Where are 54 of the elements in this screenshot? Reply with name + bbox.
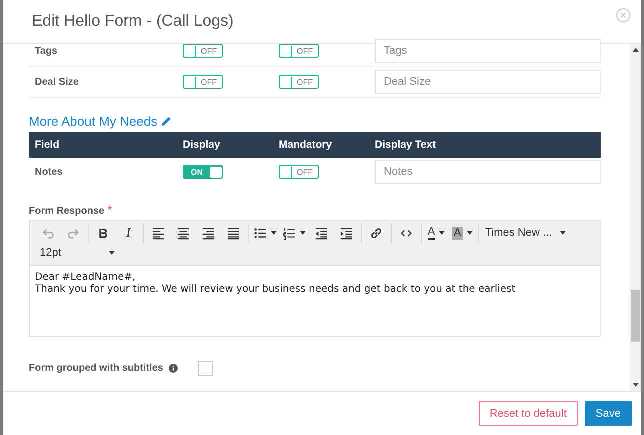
display-toggle[interactable]: ON: [183, 165, 223, 179]
mandatory-toggle[interactable]: OFF: [279, 44, 319, 58]
align-left-icon: [152, 226, 165, 240]
redo-icon: [67, 226, 80, 240]
caret-icon: [439, 231, 446, 235]
column-header: Display Text: [375, 139, 438, 151]
column-header: Display: [183, 139, 222, 151]
text-color-button[interactable]: A: [424, 223, 449, 243]
column-header: Field: [34, 139, 61, 151]
align-right-icon: [202, 226, 215, 240]
display-toggle[interactable]: OFF: [183, 44, 223, 58]
mandatory-toggle[interactable]: OFF: [279, 165, 319, 179]
scroll-up-icon[interactable]: [632, 48, 638, 52]
font-family-dropdown[interactable]: Times New ...: [479, 223, 572, 243]
align-center-icon: [177, 226, 190, 240]
link-icon: [370, 226, 383, 240]
info-icon: [169, 364, 178, 373]
font-size-dropdown[interactable]: 12pt: [34, 243, 122, 263]
field-name: Deal Size: [34, 76, 80, 88]
display-text-field[interactable]: Tags: [375, 39, 601, 63]
required-mark: *: [108, 203, 112, 217]
column-header: Mandatory: [279, 139, 334, 151]
bullets-icon: [254, 226, 267, 240]
display-text-field[interactable]: Deal Size: [375, 70, 601, 94]
display-text-field[interactable]: Notes: [375, 160, 601, 184]
numbers-icon: [283, 226, 296, 240]
save-button[interactable]: Save: [584, 401, 632, 426]
caret-icon: [109, 251, 116, 255]
caret-icon: [467, 231, 474, 235]
field-name: Notes: [34, 166, 64, 178]
pencil-icon[interactable]: [160, 116, 172, 126]
highlight-button[interactable]: A: [449, 223, 476, 243]
field-label: Form Response: [29, 206, 105, 217]
caret-icon: [560, 231, 566, 235]
bold-button[interactable]: B: [91, 223, 116, 243]
italic-button[interactable]: I: [116, 223, 141, 243]
undo-icon: [42, 226, 55, 240]
checkbox-label: Form grouped with subtitles: [29, 363, 164, 374]
outdent-icon: [315, 226, 328, 240]
indent-icon: [340, 226, 353, 240]
scrollbar[interactable]: [630, 44, 641, 391]
section-title: More About My Needs: [29, 114, 158, 128]
caret-icon: [300, 231, 306, 235]
editor-text-area[interactable]: Dear #LeadName#, Thank you for your time. We will review your business needs and get back to you at the earliest: [30, 266, 600, 336]
dialog-title: Edit Hello Form - (Call Logs): [32, 12, 234, 30]
justify-icon: [227, 226, 240, 240]
scroll-down-icon[interactable]: [632, 383, 638, 387]
reset-button[interactable]: Reset to default: [478, 401, 578, 426]
mandatory-toggle[interactable]: OFF: [279, 75, 319, 89]
scrollbar-thumb[interactable]: [631, 290, 640, 342]
checkbox[interactable]: [198, 361, 214, 376]
caret-icon: [271, 231, 277, 235]
display-toggle[interactable]: OFF: [183, 75, 223, 89]
field-name: Tags: [34, 46, 59, 56]
